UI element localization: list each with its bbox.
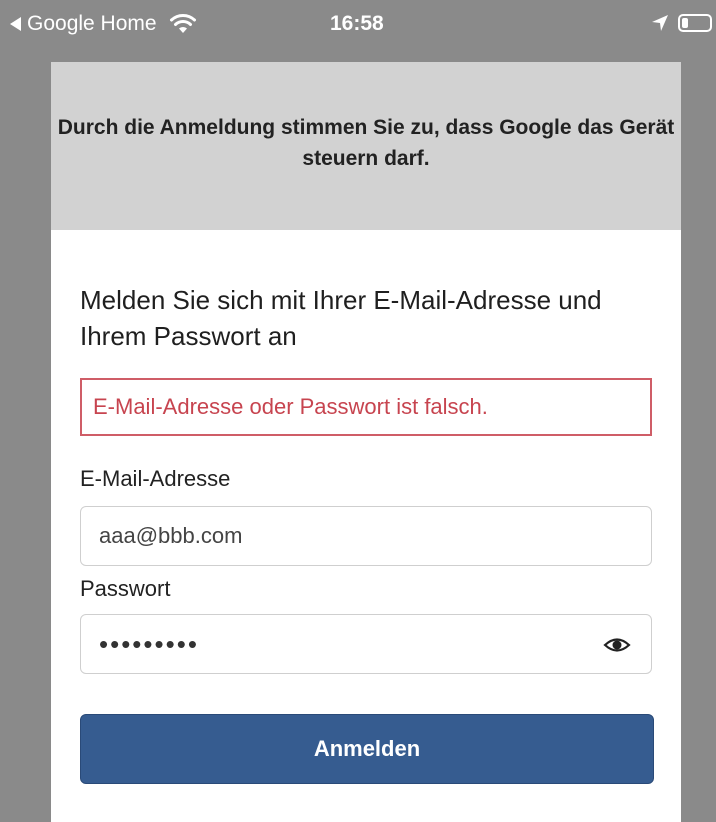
signin-button[interactable]: Anmelden bbox=[80, 714, 654, 784]
login-card: Durch die Anmeldung stimmen Sie zu, dass… bbox=[51, 62, 681, 822]
signin-heading: Melden Sie sich mit Ihrer E-Mail-Adresse… bbox=[80, 285, 602, 351]
email-label: E-Mail-Adresse bbox=[80, 466, 231, 491]
back-to-app[interactable]: Google Home bbox=[10, 12, 197, 36]
eye-icon[interactable] bbox=[603, 633, 631, 657]
battery-icon bbox=[678, 14, 712, 32]
back-app-label: Google Home bbox=[27, 12, 157, 35]
login-form: Melden Sie sich mit Ihrer E-Mail-Adresse… bbox=[51, 282, 681, 784]
wifi-icon bbox=[169, 14, 196, 33]
status-time: 16:58 bbox=[330, 12, 384, 35]
error-message: E-Mail-Adresse oder Passwort ist falsch. bbox=[80, 378, 652, 436]
battery-level bbox=[682, 18, 688, 28]
email-value: aaa@bbb.com bbox=[99, 523, 243, 548]
back-arrow-icon bbox=[10, 17, 21, 31]
password-value: ••••••••• bbox=[99, 628, 199, 659]
status-right bbox=[650, 13, 712, 33]
password-field[interactable]: ••••••••• bbox=[80, 614, 652, 674]
consent-text: Durch die Anmeldung stimmen Sie zu, dass… bbox=[57, 116, 675, 170]
location-icon bbox=[652, 15, 668, 31]
email-field[interactable]: aaa@bbb.com bbox=[80, 506, 652, 566]
status-bar: Google Home 16:58 bbox=[0, 0, 716, 50]
password-label: Passwort bbox=[80, 576, 171, 601]
consent-banner: Durch die Anmeldung stimmen Sie zu, dass… bbox=[51, 62, 681, 230]
